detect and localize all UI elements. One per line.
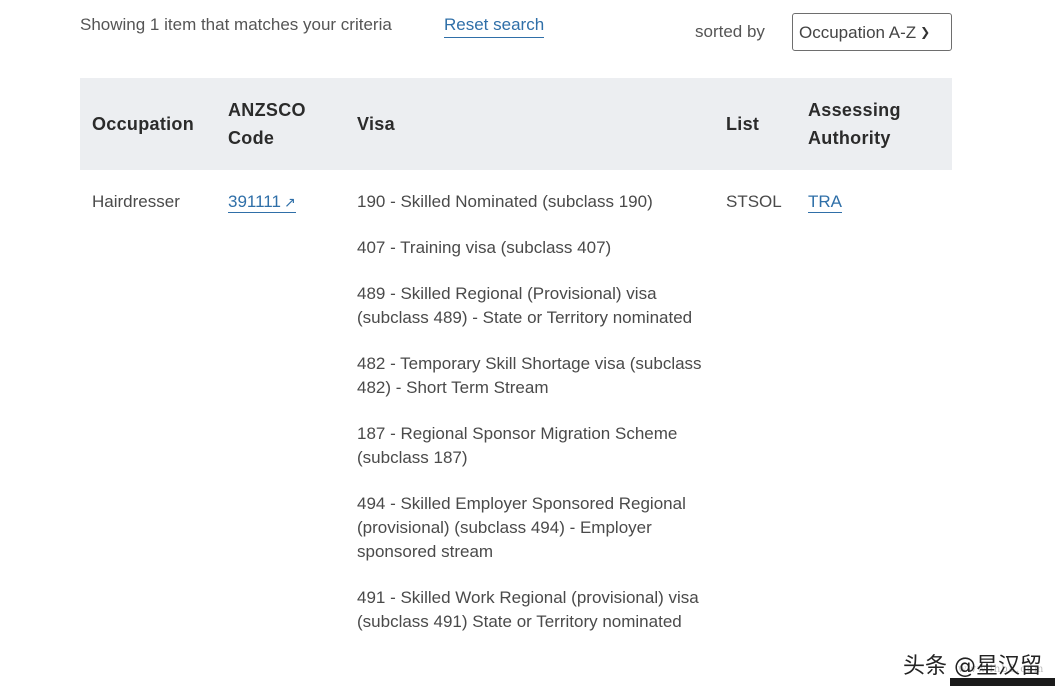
- visa-item: 491 - Skilled Work Regional (provisional…: [357, 588, 699, 631]
- chevron-down-icon: ❯: [920, 25, 931, 39]
- cell-occupation: Hairdresser: [92, 192, 180, 211]
- header-assessing-authority: Assessing Authority: [808, 100, 901, 148]
- sort-label: sorted by: [695, 22, 765, 41]
- header-occupation: Occupation: [92, 114, 195, 134]
- results-toolbar: Showing 1 item that matches your criteri…: [80, 12, 952, 52]
- cell-anzsco-code: 391111 ↗: [216, 170, 345, 656]
- visa-item: 482 - Temporary Skill Shortage visa (sub…: [357, 354, 702, 397]
- visa-item: 494 - Skilled Employer Sponsored Regiona…: [357, 494, 686, 561]
- visa-item: 489 - Skilled Regional (Provisional) vis…: [357, 284, 693, 327]
- result-count-text: Showing 1 item that matches your criteri…: [80, 15, 392, 34]
- watermark-text: 头条 @星汉留: [903, 654, 1042, 679]
- results-table: Occupation ANZSCO Code Visa List Assessin…: [80, 78, 952, 656]
- header-anzsco-code: ANZSCO Code: [228, 100, 306, 148]
- table-row: Hairdresser 391111 ↗ 190 - Skilled Nomina…: [80, 170, 952, 656]
- cell-list: STSOL: [726, 192, 782, 211]
- visa-item: 190 - Skilled Nominated (subclass 190): [357, 192, 653, 211]
- anzsco-code-link[interactable]: 391111 ↗: [228, 192, 296, 213]
- table-header: Occupation ANZSCO Code Visa List Assessin…: [80, 78, 952, 170]
- sort-select[interactable]: Occupation A-Z ❯: [792, 13, 952, 51]
- header-list: List: [726, 114, 760, 134]
- sort-select-value: Occupation A-Z: [799, 23, 917, 42]
- assessing-authority-link[interactable]: TRA: [808, 192, 842, 213]
- reset-search-link[interactable]: Reset search: [444, 15, 545, 38]
- external-link-icon: ↗: [283, 194, 296, 210]
- header-visa: Visa: [357, 114, 395, 134]
- visa-item: 187 - Regional Sponsor Migration Scheme …: [357, 424, 678, 467]
- visa-item: 407 - Training visa (subclass 407): [357, 238, 612, 257]
- cell-visa-list: 190 - Skilled Nominated (subclass 190) 4…: [345, 170, 714, 656]
- cell-assessing-authority: TRA: [796, 170, 952, 656]
